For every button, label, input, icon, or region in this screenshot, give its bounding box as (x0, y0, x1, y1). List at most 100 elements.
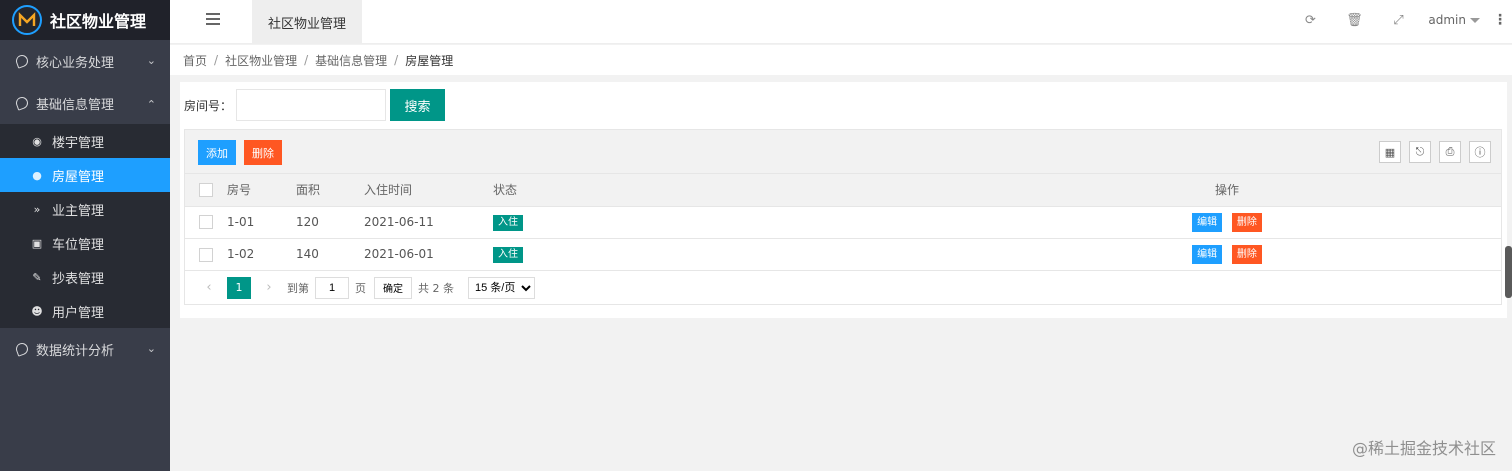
table-row[interactable]: 1-01 120 2021-06-11 入住 编辑 删除 (185, 206, 1501, 238)
sidebar-group-label: 核心业务处理 (36, 55, 115, 71)
username: admin (1428, 13, 1466, 27)
chevron-down-icon: ⌄ (146, 342, 156, 355)
current-page[interactable]: 1 (227, 276, 251, 299)
cell-area: 140 (296, 247, 319, 262)
breadcrumb-item[interactable]: 社区物业管理 (225, 52, 297, 69)
select-all-checkbox[interactable] (199, 183, 213, 197)
main-card: 房间号： 搜索 添加 删除 ▦ ⎋ ⎙ ⓘ 房号 面积 入住时间 状态 操作 1… (180, 82, 1507, 318)
tab-community[interactable]: 社区物业管理 (252, 0, 362, 44)
breadcrumb-item[interactable]: 基础信息管理 (315, 52, 387, 69)
table-toolbar: 添加 删除 ▦ ⎋ ⎙ ⓘ (185, 130, 1501, 174)
total-count: 共 2 条 (418, 281, 454, 295)
sidebar-item-label: 业主管理 (52, 203, 105, 219)
cell-room: 1-02 (227, 247, 255, 262)
watermark: @稀土掘金技术社区 (1351, 439, 1496, 458)
next-page-icon[interactable]: › (257, 280, 281, 295)
sidebar: 社区物业管理 核心业务处理 ⌄ 基础信息管理 ⌃ ◉ 楼宇管理 ● 房屋管理 »… (0, 0, 170, 471)
page-unit-label: 页 (355, 281, 366, 295)
sidebar-item-label: 抄表管理 (52, 271, 105, 287)
sidebar-group-basic[interactable]: 基础信息管理 ⌃ (0, 82, 170, 124)
refresh-icon[interactable]: ⟳ (1288, 13, 1332, 28)
sidebar-item-owners[interactable]: » 业主管理 (0, 192, 170, 226)
sidebar-group-label: 基础信息管理 (36, 97, 115, 113)
sidebar-item-meter[interactable]: ✎ 抄表管理 (0, 260, 170, 294)
breadcrumb-separator: / (394, 53, 399, 67)
leaf-icon (14, 341, 30, 357)
fullscreen-icon[interactable]: ⤢ (1376, 13, 1420, 28)
breadcrumb-current: 房屋管理 (405, 53, 454, 68)
edit-button[interactable]: 编辑 (1192, 212, 1223, 232)
sidebar-submenu: ◉ 楼宇管理 ● 房屋管理 » 业主管理 ▣ 车位管理 ✎ 抄表管理 ☻ 用户管… (0, 124, 170, 328)
row-checkbox[interactable] (199, 247, 213, 262)
menu-toggle-icon[interactable] (206, 13, 220, 25)
logo: 社区物业管理 (0, 0, 170, 40)
page-size-select[interactable]: 15 条/页 (468, 276, 535, 299)
cell-date: 2021-06-11 (364, 215, 434, 229)
header-actions: ⟳ 🗑 ⤢ admin ⋮ (1288, 0, 1512, 40)
breadcrumb-separator: / (214, 53, 219, 67)
car-icon: ▣ (31, 236, 43, 250)
breadcrumb-separator: / (304, 53, 309, 67)
user-menu[interactable]: admin (1420, 13, 1488, 27)
goto-confirm-button[interactable]: 确定 (374, 276, 412, 299)
target-icon: ◉ (32, 134, 42, 148)
status-badge: 入住 (493, 214, 523, 231)
edit-button[interactable]: 编辑 (1192, 244, 1223, 264)
status-badge: 入住 (493, 246, 523, 263)
search-form: 房间号： 搜索 (184, 89, 446, 121)
batch-delete-button[interactable]: 删除 (244, 140, 282, 165)
app-title: 社区物业管理 (50, 12, 147, 31)
more-vertical-icon[interactable]: ⋮ (1488, 12, 1512, 28)
column-header[interactable]: 面积 (296, 174, 364, 206)
trash-icon[interactable]: 🗑 (1332, 13, 1376, 28)
double-chevron-icon: » (33, 202, 41, 216)
export-icon[interactable]: ⎋ (1409, 141, 1431, 163)
table-tools: ▦ ⎋ ⎙ ⓘ (1371, 141, 1491, 163)
table-row[interactable]: 1-02 140 2021-06-01 入住 编辑 删除 (185, 238, 1501, 270)
column-header[interactable]: 状态 (493, 174, 953, 206)
chevron-up-icon: ⌃ (146, 98, 156, 111)
goto-page-input[interactable] (315, 276, 349, 299)
sidebar-item-label: 楼宇管理 (52, 135, 105, 151)
sidebar-group-label: 数据统计分析 (36, 343, 115, 359)
sidebar-item-users[interactable]: ☻ 用户管理 (0, 294, 170, 328)
table-header-row: 房号 面积 入住时间 状态 操作 (185, 174, 1501, 206)
delete-button[interactable]: 删除 (1231, 212, 1262, 232)
breadcrumb-home[interactable]: 首页 (183, 52, 207, 69)
room-number-input[interactable] (236, 89, 387, 121)
cell-date: 2021-06-01 (364, 247, 434, 262)
sidebar-item-houses[interactable]: ● 房屋管理 (0, 158, 170, 192)
column-header[interactable]: 房号 (227, 174, 296, 206)
circle-icon: ● (32, 168, 42, 182)
column-header[interactable]: 入住时间 (364, 174, 493, 206)
print-icon[interactable]: ⎙ (1439, 141, 1461, 163)
data-table: 添加 删除 ▦ ⎋ ⎙ ⓘ 房号 面积 入住时间 状态 操作 1-01 120 … (184, 129, 1502, 305)
house-table: 房号 面积 入住时间 状态 操作 1-01 120 2021-06-11 入住 … (185, 174, 1501, 270)
sidebar-item-buildings[interactable]: ◉ 楼宇管理 (0, 124, 170, 158)
edit-icon: ✎ (32, 270, 42, 284)
top-header: 社区物业管理 ⟳ 🗑 ⤢ admin ⋮ (170, 0, 1512, 44)
info-icon[interactable]: ⓘ (1469, 141, 1491, 163)
breadcrumb: 首页 / 社区物业管理 / 基础信息管理 / 房屋管理 (170, 45, 1512, 75)
delete-button[interactable]: 删除 (1231, 244, 1262, 264)
user-circle-icon: ☻ (31, 304, 43, 318)
columns-icon[interactable]: ▦ (1379, 141, 1401, 163)
sidebar-item-label: 用户管理 (52, 305, 105, 321)
chevron-down-icon: ⌄ (146, 54, 156, 67)
caret-down-icon (1470, 17, 1480, 23)
add-button[interactable]: 添加 (198, 140, 236, 165)
search-label: 房间号： (184, 98, 233, 113)
prev-page-icon[interactable]: ‹ (197, 280, 221, 295)
search-button[interactable]: 搜索 (390, 89, 446, 121)
sidebar-item-label: 房屋管理 (52, 169, 105, 185)
sidebar-item-parking[interactable]: ▣ 车位管理 (0, 226, 170, 260)
leaf-icon (14, 53, 30, 69)
sidebar-group-stats[interactable]: 数据统计分析 ⌄ (0, 328, 170, 370)
column-header: 操作 (1214, 183, 1239, 198)
row-checkbox[interactable] (199, 215, 213, 230)
cell-area: 120 (296, 215, 319, 229)
scrollbar-thumb[interactable] (1505, 246, 1512, 298)
sidebar-item-label: 车位管理 (52, 237, 105, 253)
leaf-icon (14, 95, 30, 111)
sidebar-group-core[interactable]: 核心业务处理 ⌄ (0, 40, 170, 82)
